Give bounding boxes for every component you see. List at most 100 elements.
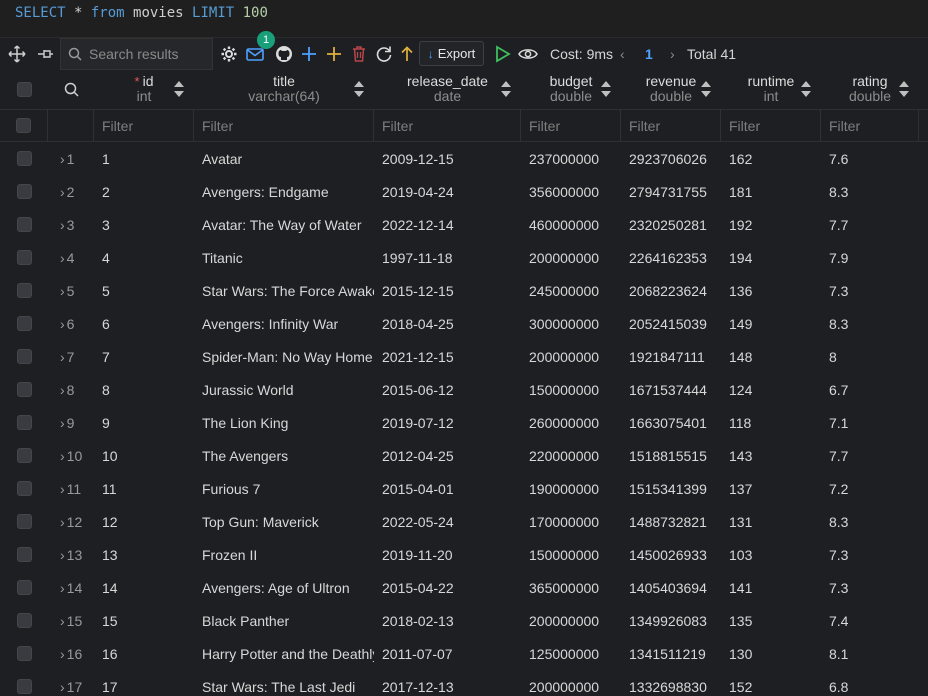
cell-runtime[interactable]: 149 — [721, 307, 821, 340]
cell-id[interactable]: 4 — [94, 241, 194, 274]
cell-rating[interactable]: 7.9 — [821, 241, 919, 274]
cell-revenue[interactable]: 1671537444 — [621, 373, 721, 406]
cell-revenue[interactable]: 1663075401 — [621, 406, 721, 439]
cell-rating[interactable]: 8.3 — [821, 175, 919, 208]
filter-input-title[interactable]: Filter — [194, 110, 374, 141]
cell-release-date[interactable]: 2022-12-14 — [374, 208, 521, 241]
cell-budget[interactable]: 356000000 — [521, 175, 621, 208]
table-row[interactable]: › 6 6 Avengers: Infinity War 2018-04-25 30000… — [0, 307, 928, 340]
cell-id[interactable]: 6 — [94, 307, 194, 340]
cell-revenue[interactable]: 1518815515 — [621, 439, 721, 472]
cell-release-date[interactable]: 2012-04-25 — [374, 439, 521, 472]
row-checkbox[interactable] — [16, 580, 32, 595]
cell-id[interactable]: 10 — [94, 439, 194, 472]
cell-release-date[interactable]: 2018-02-13 — [374, 604, 521, 637]
table-row[interactable]: › 13 13 Frozen II 2019-11-20 150000000 1450026… — [0, 538, 928, 571]
cell-runtime[interactable]: 124 — [721, 373, 821, 406]
refresh-icon[interactable] — [374, 44, 394, 64]
row-expander[interactable]: › 3 — [48, 208, 94, 241]
row-expander[interactable]: › 15 — [48, 604, 94, 637]
sort-icon[interactable] — [801, 81, 811, 97]
cell-release-date[interactable]: 1997-11-18 — [374, 241, 521, 274]
cell-runtime[interactable]: 194 — [721, 241, 821, 274]
cell-revenue[interactable]: 1349926083 — [621, 604, 721, 637]
cell-rating[interactable]: 7.7 — [821, 208, 919, 241]
gear-icon[interactable] — [219, 44, 239, 64]
cell-runtime[interactable]: 103 — [721, 538, 821, 571]
cell-runtime[interactable]: 136 — [721, 274, 821, 307]
run-icon[interactable] — [493, 44, 513, 64]
cell-revenue[interactable]: 2320250281 — [621, 208, 721, 241]
cell-budget[interactable]: 365000000 — [521, 571, 621, 604]
cell-id[interactable]: 1 — [94, 142, 194, 175]
table-row[interactable]: ›1616Harry Potter and the Deathly Hallow… — [0, 637, 928, 670]
cell-revenue[interactable]: 1332698830 — [621, 670, 721, 696]
cell-title[interactable]: The Lion King — [194, 406, 374, 439]
cell-release-date[interactable]: 2015-04-22 — [374, 571, 521, 604]
sort-icon[interactable] — [601, 81, 611, 97]
cell-budget[interactable]: 200000000 — [521, 340, 621, 373]
filter-input-revenue[interactable]: Filter — [621, 110, 721, 141]
cell-budget[interactable]: 150000000 — [521, 373, 621, 406]
cell-id[interactable]: 17 — [94, 670, 194, 696]
cell-title[interactable]: Avengers: Infinity War — [194, 307, 374, 340]
cell-budget[interactable]: 125000000 — [521, 637, 621, 670]
filter-input-id[interactable]: Filter — [94, 110, 194, 141]
eye-icon[interactable] — [517, 44, 539, 64]
cell-title[interactable]: Furious 7 — [194, 472, 374, 505]
cell-revenue[interactable]: 1405403694 — [621, 571, 721, 604]
cell-release-date[interactable]: 2021-12-15 — [374, 340, 521, 373]
cell-runtime[interactable]: 143 — [721, 439, 821, 472]
cell-budget[interactable]: 460000000 — [521, 208, 621, 241]
table-row[interactable]: › 10 10 The Avengers 2012-04-25 220000000 1518… — [0, 439, 928, 472]
table-row[interactable]: › 2 2 Avengers: Endgame 2019-04-24 356000000 2… — [0, 175, 928, 208]
cell-runtime[interactable]: 118 — [721, 406, 821, 439]
cell-rating[interactable]: 6.7 — [821, 373, 919, 406]
cell-revenue[interactable]: 1515341399 — [621, 472, 721, 505]
table-row[interactable]: › 17 17 Star Wars: The Last Jedi 2017-12-13 2… — [0, 670, 928, 696]
row-expander[interactable]: › 2 — [48, 175, 94, 208]
row-checkbox[interactable] — [16, 250, 32, 265]
cell-id[interactable]: 5 — [94, 274, 194, 307]
cell-title[interactable]: Black Panther — [194, 604, 374, 637]
column-header-revenue[interactable]: revenue double — [621, 70, 721, 108]
cell-release-date[interactable]: 2019-11-20 — [374, 538, 521, 571]
cell-revenue[interactable]: 2264162353 — [621, 241, 721, 274]
row-checkbox[interactable] — [16, 415, 32, 430]
next-page-chevron-icon[interactable]: › — [670, 46, 675, 62]
cell-runtime[interactable]: 181 — [721, 175, 821, 208]
row-checkbox[interactable] — [16, 679, 32, 694]
row-expander[interactable]: › 1 — [48, 142, 94, 175]
row-expander[interactable]: › 17 — [48, 670, 94, 696]
row-checkbox[interactable] — [16, 217, 32, 232]
cell-runtime[interactable]: 131 — [721, 505, 821, 538]
cell-release-date[interactable]: 2015-04-01 — [374, 472, 521, 505]
cell-title[interactable]: Harry Potter and the Deathly Hallows: Pa… — [194, 637, 374, 670]
row-checkbox[interactable] — [16, 613, 32, 628]
pin-icon[interactable] — [35, 44, 55, 64]
column-header-id[interactable]: * id int — [94, 70, 194, 108]
column-header-title[interactable]: title varchar(64) — [194, 70, 374, 108]
cell-rating[interactable]: 7.6 — [821, 142, 919, 175]
cell-revenue[interactable]: 1450026933 — [621, 538, 721, 571]
cell-revenue[interactable]: 1921847111 — [621, 340, 721, 373]
cell-runtime[interactable]: 192 — [721, 208, 821, 241]
sort-icon[interactable] — [701, 81, 711, 97]
cell-budget[interactable]: 200000000 — [521, 670, 621, 696]
cell-budget[interactable]: 245000000 — [521, 274, 621, 307]
table-row[interactable]: › 14 14 Avengers: Age of Ultron 2015-04-22 36… — [0, 571, 928, 604]
cell-id[interactable]: 2 — [94, 175, 194, 208]
add-row-icon[interactable] — [324, 44, 344, 64]
row-checkbox[interactable] — [16, 547, 32, 562]
cell-runtime[interactable]: 137 — [721, 472, 821, 505]
search-results-box[interactable] — [60, 38, 213, 70]
row-checkbox[interactable] — [16, 349, 32, 364]
row-checkbox[interactable] — [16, 481, 32, 496]
move-icon[interactable] — [7, 44, 27, 64]
row-expander[interactable]: › 5 — [48, 274, 94, 307]
cell-title[interactable]: Avengers: Age of Ultron — [194, 571, 374, 604]
column-header-rating[interactable]: rating double — [821, 70, 919, 108]
row-expander[interactable]: › 12 — [48, 505, 94, 538]
cell-rating[interactable]: 7.1 — [821, 406, 919, 439]
row-expander[interactable]: › 7 — [48, 340, 94, 373]
